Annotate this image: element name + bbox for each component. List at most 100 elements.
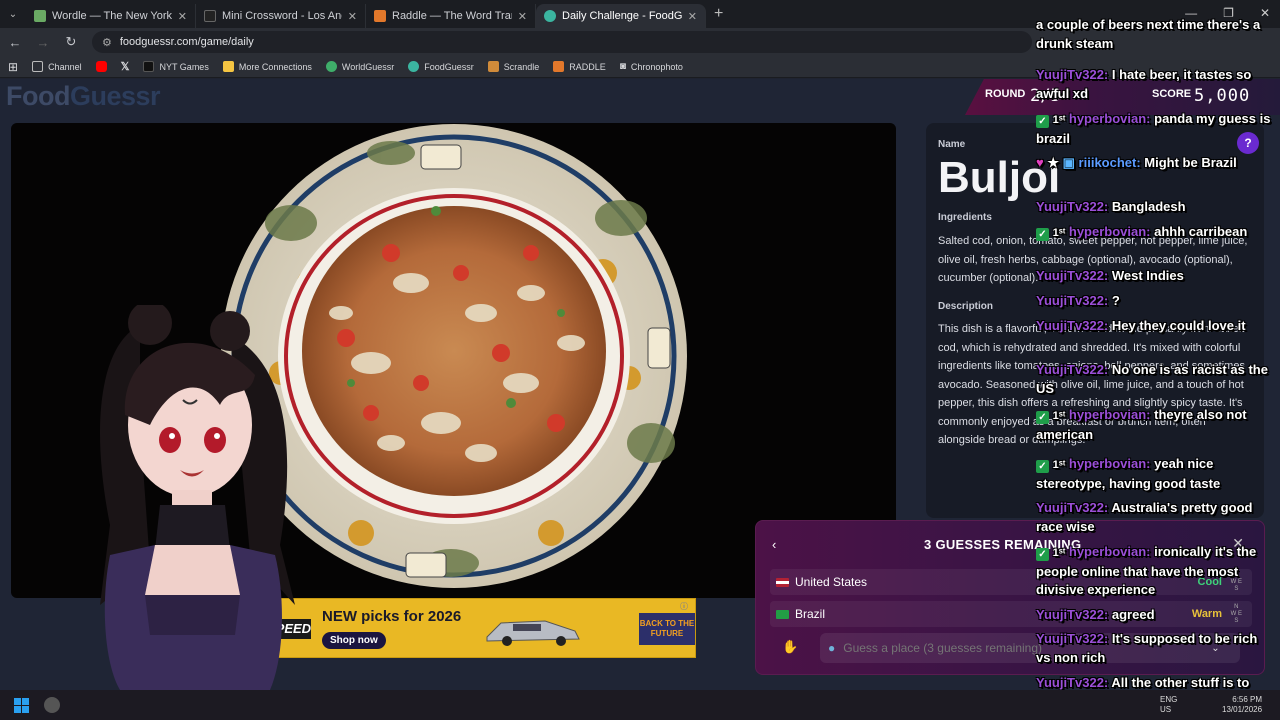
- tab-label: Daily Challenge - FoodGuessr |: [562, 10, 682, 22]
- chat-message: ✓ 1ˢᵗ hyperbovian: theyre also not ameri…: [1036, 406, 1272, 444]
- apps-icon[interactable]: ⊞: [8, 60, 18, 74]
- us-flag-icon: [776, 577, 789, 587]
- x-icon: 𝕏: [120, 61, 130, 73]
- chat-message: YuujiTv322: ?: [1036, 292, 1272, 311]
- bookmark-chronophoto[interactable]: ◙ Chronophoto: [620, 61, 683, 72]
- bookmark-label: WorldGuessr: [341, 61, 395, 72]
- lang-line2: US: [1160, 705, 1172, 714]
- chat-message: YuujiTv322: I hate beer, it tastes so aw…: [1036, 66, 1272, 103]
- br-flag-icon: [776, 609, 789, 619]
- close-icon[interactable]: ✕: [178, 10, 187, 23]
- folder-icon: [32, 61, 44, 72]
- bookmark-label: FoodGuessr: [424, 61, 474, 72]
- chat-message: ✓ 1ˢᵗ hyperbovian: yeah nice stereotype,…: [1036, 455, 1272, 493]
- chat-text: ahhh carribean: [1154, 224, 1248, 239]
- bookmark-label: Chronophoto: [630, 61, 683, 72]
- bookmark-youtube[interactable]: [95, 61, 107, 72]
- chat-text: West Indies: [1111, 268, 1184, 283]
- hint-icon[interactable]: ✋: [782, 639, 798, 655]
- bookmark-foodguessr[interactable]: FoodGuessr: [408, 61, 474, 72]
- foodguessr-logo[interactable]: FoodGuessr: [6, 81, 161, 112]
- chat-username: YuujiTv322:: [1036, 318, 1109, 333]
- tab-search-icon[interactable]: ⌄: [0, 0, 26, 28]
- chat-text: agreed: [1111, 607, 1155, 622]
- star-badge-icon: ★: [1047, 155, 1059, 170]
- chat-message: a couple of beers next time there's a dr…: [1036, 16, 1272, 53]
- nyt-icon: [143, 61, 155, 72]
- bookmark-nyt-games[interactable]: NYT Games: [143, 61, 209, 72]
- chat-username: hyperbovian:: [1068, 544, 1151, 559]
- chat-text: a couple of beers next time there's a dr…: [1036, 17, 1261, 51]
- description-label: Description: [938, 301, 994, 312]
- chat-message: ✓ 1ˢᵗ hyperbovian: ahhh carribean: [1036, 223, 1272, 243]
- bookmark-label: More Connections: [238, 61, 312, 72]
- windows-start-icon[interactable]: [14, 698, 29, 713]
- first-badge-icon: 1ˢᵗ: [1052, 410, 1066, 422]
- chat-message: ✓ 1ˢᵗ hyperbovian: ironically it's the p…: [1036, 543, 1272, 600]
- vtuber-avatar: [100, 305, 295, 690]
- round-label: ROUND: [985, 88, 1026, 100]
- chat-username: YuujiTv322:: [1036, 500, 1109, 515]
- first-badge-icon: 1ˢᵗ: [1052, 547, 1066, 559]
- heart-badge-icon: ♥: [1036, 155, 1044, 170]
- close-icon[interactable]: ✕: [688, 10, 697, 23]
- bookmark-label: Scrandle: [503, 61, 540, 72]
- tab-mini-crossword[interactable]: Mini Crossword - Los Angeles T ✕: [196, 4, 366, 28]
- connections-icon: [222, 61, 234, 72]
- chat-message: ✓ 1ˢᵗ hyperbovian: panda my guess is bra…: [1036, 110, 1272, 148]
- chrome-taskbar-icon[interactable]: [44, 697, 60, 713]
- bookmark-more-connections[interactable]: More Connections: [222, 61, 312, 72]
- scrandle-icon: [487, 61, 499, 72]
- language-indicator[interactable]: ENG US: [1160, 695, 1177, 715]
- logo-part-food: Food: [6, 81, 70, 111]
- chat-username: YuujiTv322:: [1036, 199, 1109, 214]
- wordle-favicon-icon: [34, 10, 46, 22]
- site-info-icon[interactable]: ⚙: [102, 36, 112, 49]
- bookmark-channel[interactable]: Channel: [32, 61, 82, 72]
- guess-country: United States: [795, 575, 868, 589]
- reload-icon[interactable]: ↻: [64, 34, 78, 50]
- clock-date: 13/01/2026: [1222, 705, 1263, 714]
- name-label: Name: [938, 139, 966, 150]
- chat-username: hyperbovian:: [1068, 224, 1151, 239]
- bookmark-raddle[interactable]: RADDLE: [553, 61, 606, 72]
- chat-username: hyperbovian:: [1068, 407, 1151, 422]
- url-field[interactable]: ⚙ foodguessr.com/game/daily: [92, 31, 1032, 53]
- chat-username: hyperbovian:: [1068, 456, 1151, 471]
- globe-icon: [325, 61, 337, 72]
- ingredients-label: Ingredients: [938, 212, 992, 223]
- ad-shop-now-button[interactable]: Shop now: [322, 632, 386, 649]
- checkmark-badge-icon: ✓: [1036, 548, 1049, 561]
- checkmark-badge-icon: ✓: [1036, 115, 1049, 128]
- chevron-left-icon[interactable]: ‹: [772, 537, 776, 552]
- bookmark-worldguessr[interactable]: WorldGuessr: [325, 61, 395, 72]
- checkmark-badge-icon: ✓: [1036, 228, 1049, 241]
- tab-foodguessr[interactable]: Daily Challenge - FoodGuessr | ✕: [536, 4, 706, 28]
- tab-raddle[interactable]: Raddle — The Word Transform ✕: [366, 4, 536, 28]
- close-icon[interactable]: ✕: [348, 10, 357, 23]
- chat-username: YuujiTv322:: [1036, 631, 1109, 646]
- new-tab-button[interactable]: +: [714, 5, 723, 23]
- clock-time: 6:56 PM: [1232, 695, 1263, 704]
- chat-username: YuujiTv322:: [1036, 362, 1109, 377]
- ad-info-icon[interactable]: ⓘ: [680, 601, 692, 611]
- raddle-favicon-icon: [374, 10, 386, 22]
- chat-text: Bangladesh: [1111, 199, 1186, 214]
- checkmark-badge-icon: ✓: [1036, 411, 1049, 424]
- advertisement-banner[interactable]: SPEED CHAMPIONS NEW picks for 2026 Shop …: [262, 598, 696, 658]
- chat-username: riiikochet:: [1078, 155, 1141, 170]
- tab-label: Wordle — The New York Times: [52, 10, 172, 22]
- car-icon: [486, 620, 580, 646]
- back-icon[interactable]: ←: [8, 35, 22, 50]
- clock[interactable]: 6:56 PM 13/01/2026: [1222, 695, 1262, 715]
- bookmark-label: RADDLE: [569, 61, 606, 72]
- chat-message: ♥ ★ ▣ riiikochet: Might be Brazil: [1036, 154, 1272, 173]
- forward-icon[interactable]: →: [36, 35, 50, 50]
- bookmark-x[interactable]: 𝕏: [121, 60, 130, 73]
- bookmark-scrandle[interactable]: Scrandle: [487, 61, 540, 72]
- chat-username: YuujiTv322:: [1036, 293, 1109, 308]
- close-icon[interactable]: ✕: [518, 10, 527, 23]
- chat-username: hyperbovian:: [1068, 111, 1151, 126]
- tab-wordle[interactable]: Wordle — The New York Times ✕: [26, 4, 196, 28]
- url-text: foodguessr.com/game/daily: [119, 36, 254, 48]
